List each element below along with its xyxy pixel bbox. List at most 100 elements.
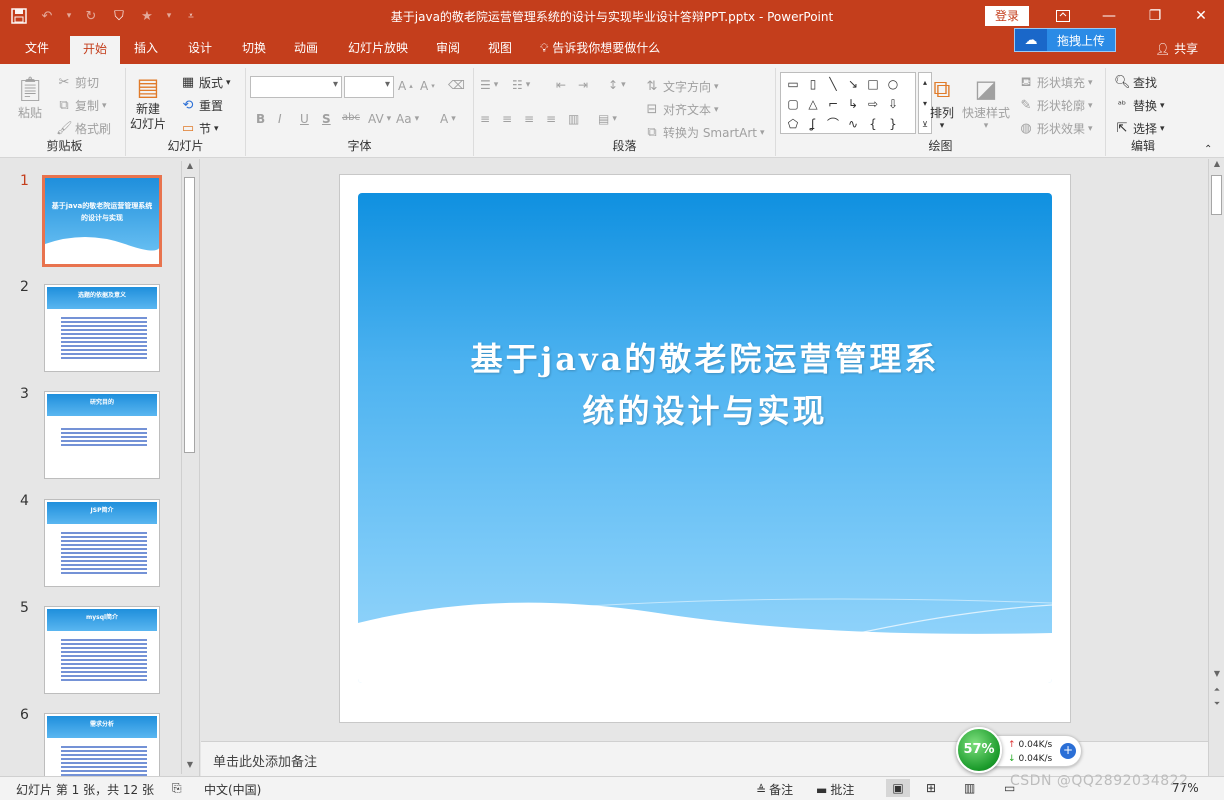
network-speed-widget[interactable]: 57% ↑ 0.04K/s ↓ 0.04K/s + (956, 727, 1084, 773)
decrease-indent-icon[interactable]: ⇤ (556, 78, 566, 92)
normal-view-icon[interactable]: ▣ (886, 779, 910, 797)
tab-review[interactable]: 审阅 (426, 32, 470, 64)
columns-icon[interactable]: ▤ ▾ (598, 112, 617, 126)
bold-icon[interactable]: B (256, 112, 265, 126)
strikethrough-icon[interactable]: abc (342, 112, 360, 123)
textbox-shape-icon[interactable]: ▭ (783, 74, 803, 94)
align-center-icon[interactable]: ≡ (502, 112, 512, 126)
tab-design[interactable]: 设计 (178, 32, 222, 64)
freeform-shape-icon[interactable]: ʆ (803, 114, 823, 134)
format-painter-button[interactable]: 🖌︎ 格式刷 (56, 120, 111, 137)
change-case-icon[interactable]: Aa ▾ (396, 112, 419, 126)
select-button[interactable]: ⇱ 选择 ▾ (1114, 120, 1165, 137)
reading-view-icon[interactable]: ▥ (964, 781, 975, 795)
slide-thumbnail[interactable]: mysql简介 (44, 606, 160, 694)
find-button[interactable]: 🔍︎ 查找 (1114, 74, 1157, 91)
font-color-icon[interactable]: A ▾ (440, 112, 456, 126)
slide-thumbnail[interactable]: 需求分析 (44, 713, 160, 776)
vertical-textbox-shape-icon[interactable]: ▯ (803, 74, 823, 94)
quick-styles-button[interactable]: ◪ 快速样式 ▾ (962, 74, 1010, 131)
shapes-gallery[interactable]: ▭ ▯ ╲ ↘ □ ○ ▢ △ ⌐ ↳ ⇨ ⇩ ⬠ ʆ ⌒ ∿ { } (780, 72, 916, 134)
arrange-button[interactable]: ⧉ 排列 ▾ (926, 74, 958, 131)
star-icon[interactable]: ★ (136, 5, 158, 27)
arrow-line-shape-icon[interactable]: ↘ (843, 74, 863, 94)
rectangle-shape-icon[interactable]: □ (863, 74, 883, 94)
down-arrow-shape-icon[interactable]: ⇩ (883, 94, 903, 114)
increase-indent-icon[interactable]: ⇥ (578, 78, 588, 92)
slide-thumbnail[interactable]: 研究目的 (44, 391, 160, 479)
copy-button[interactable]: ⧉ 复制 ▾ (56, 97, 106, 114)
char-spacing-icon[interactable]: AV ▾ (368, 112, 391, 126)
oval-shape-icon[interactable]: ○ (883, 74, 903, 94)
add-icon[interactable]: + (1060, 743, 1076, 759)
slide-thumbnail[interactable]: JSP简介 (44, 499, 160, 587)
right-arrow-shape-icon[interactable]: ⇨ (863, 94, 883, 114)
previous-slide-icon[interactable]: ⏶ (1209, 685, 1224, 699)
notes-button[interactable]: ≜ 备注 (756, 781, 793, 798)
shape-effects-button[interactable]: ◍ 形状效果 ▾ (1018, 120, 1092, 137)
decrease-font-icon[interactable]: A ▾ (420, 79, 435, 93)
slide-thumbnail[interactable]: 选题的依据及意义 (44, 284, 160, 372)
collapse-ribbon-icon[interactable]: ⌃ (1204, 144, 1212, 155)
thumbnail-scrollbar[interactable]: ▲ ▼ (181, 161, 197, 774)
tab-insert[interactable]: 插入 (124, 32, 168, 64)
slide-thumbnail[interactable]: 基于java的敬老院运营管理系统的设计与实现 (42, 175, 162, 267)
tab-view[interactable]: 视图 (478, 32, 522, 64)
align-left-icon[interactable]: ≡ (480, 112, 490, 126)
replace-button[interactable]: ᵃᵇ 替换 ▾ (1114, 97, 1165, 114)
tab-animations[interactable]: 动画 (284, 32, 328, 64)
next-slide-icon[interactable]: ⏷ (1209, 699, 1224, 713)
cut-button[interactable]: ✂ 剪切 (56, 74, 99, 91)
customize-qat-icon[interactable]: ⩡ (180, 5, 202, 27)
clear-formatting-icon[interactable]: ⌫ (448, 78, 465, 92)
scrollbar-thumb[interactable] (184, 177, 195, 453)
new-slide-button[interactable]: ▤ 新建 幻灯片 (130, 72, 166, 132)
paste-button[interactable]: 📋︎ 粘贴 (14, 74, 46, 121)
pentagon-shape-icon[interactable]: ⬠ (783, 114, 803, 134)
scroll-up-icon[interactable]: ▲ (182, 161, 198, 175)
align-text-button[interactable]: ⊟ 对齐文本 ▾ (644, 101, 719, 118)
tab-file[interactable]: 文件 (14, 32, 60, 64)
tab-slideshow[interactable]: 幻灯片放映 (338, 32, 418, 64)
bullets-icon[interactable]: ☰ ▾ (480, 78, 498, 92)
right-brace-shape-icon[interactable]: } (883, 114, 903, 134)
reset-button[interactable]: ⟲ 重置 (180, 97, 223, 114)
layout-button[interactable]: ▦ 版式 ▾ (180, 74, 231, 91)
font-name-combo[interactable] (250, 76, 342, 98)
font-size-combo[interactable] (344, 76, 394, 98)
current-slide[interactable]: 基于java的敬老院运营管理系 统的设计与实现 (339, 174, 1071, 723)
shadow-icon[interactable]: S (322, 112, 331, 126)
presentation-icon[interactable]: ⛉ (108, 5, 130, 27)
dropdown-icon[interactable]: ▾ (164, 5, 174, 27)
curve-shape-icon[interactable]: ∿ (843, 114, 863, 134)
align-right-icon[interactable]: ≡ (524, 112, 534, 126)
slide-title[interactable]: 基于java的敬老院运营管理系 统的设计与实现 (418, 333, 992, 437)
left-brace-shape-icon[interactable]: { (863, 114, 883, 134)
arc-shape-icon[interactable]: ⌒ (823, 114, 843, 134)
close-icon[interactable]: ✕ (1178, 0, 1224, 32)
undo-icon[interactable]: ↶ (36, 5, 58, 27)
triangle-shape-icon[interactable]: △ (803, 94, 823, 114)
tab-home[interactable]: 开始 (70, 36, 120, 64)
numbering-icon[interactable]: ☷ ▾ (512, 78, 530, 92)
tell-me-search[interactable]: 💡︎ 告诉我你想要做什么 (540, 32, 660, 64)
justify-icon[interactable]: ≡ (546, 112, 556, 126)
scroll-up-icon[interactable]: ▲ (1209, 159, 1224, 173)
text-direction-button[interactable]: ⇅ 文字方向 ▾ (644, 78, 719, 95)
language-indicator[interactable]: 中文(中国) (204, 781, 261, 798)
scroll-down-icon[interactable]: ▼ (182, 760, 198, 774)
save-icon[interactable] (8, 5, 30, 27)
dropdown-icon[interactable]: ▾ (64, 5, 74, 27)
elbow-arrow-shape-icon[interactable]: ↳ (843, 94, 863, 114)
increase-font-icon[interactable]: A ▴ (398, 79, 413, 93)
slide-scrollbar[interactable]: ▲ ▼ ⏶ ⏷ (1208, 159, 1224, 776)
distributed-icon[interactable]: ▥ (568, 112, 579, 126)
comments-button[interactable]: ▬ 批注 (816, 781, 854, 798)
italic-icon[interactable]: I (278, 112, 282, 126)
upload-button[interactable]: ☁ 拖拽上传 (1014, 28, 1116, 52)
line-shape-icon[interactable]: ╲ (823, 74, 843, 94)
section-button[interactable]: ▭ 节 ▾ (180, 120, 219, 137)
scrollbar-thumb[interactable] (1211, 175, 1222, 215)
login-button[interactable]: 登录 (985, 6, 1029, 26)
spell-check-icon[interactable]: ⎘ (172, 781, 182, 796)
